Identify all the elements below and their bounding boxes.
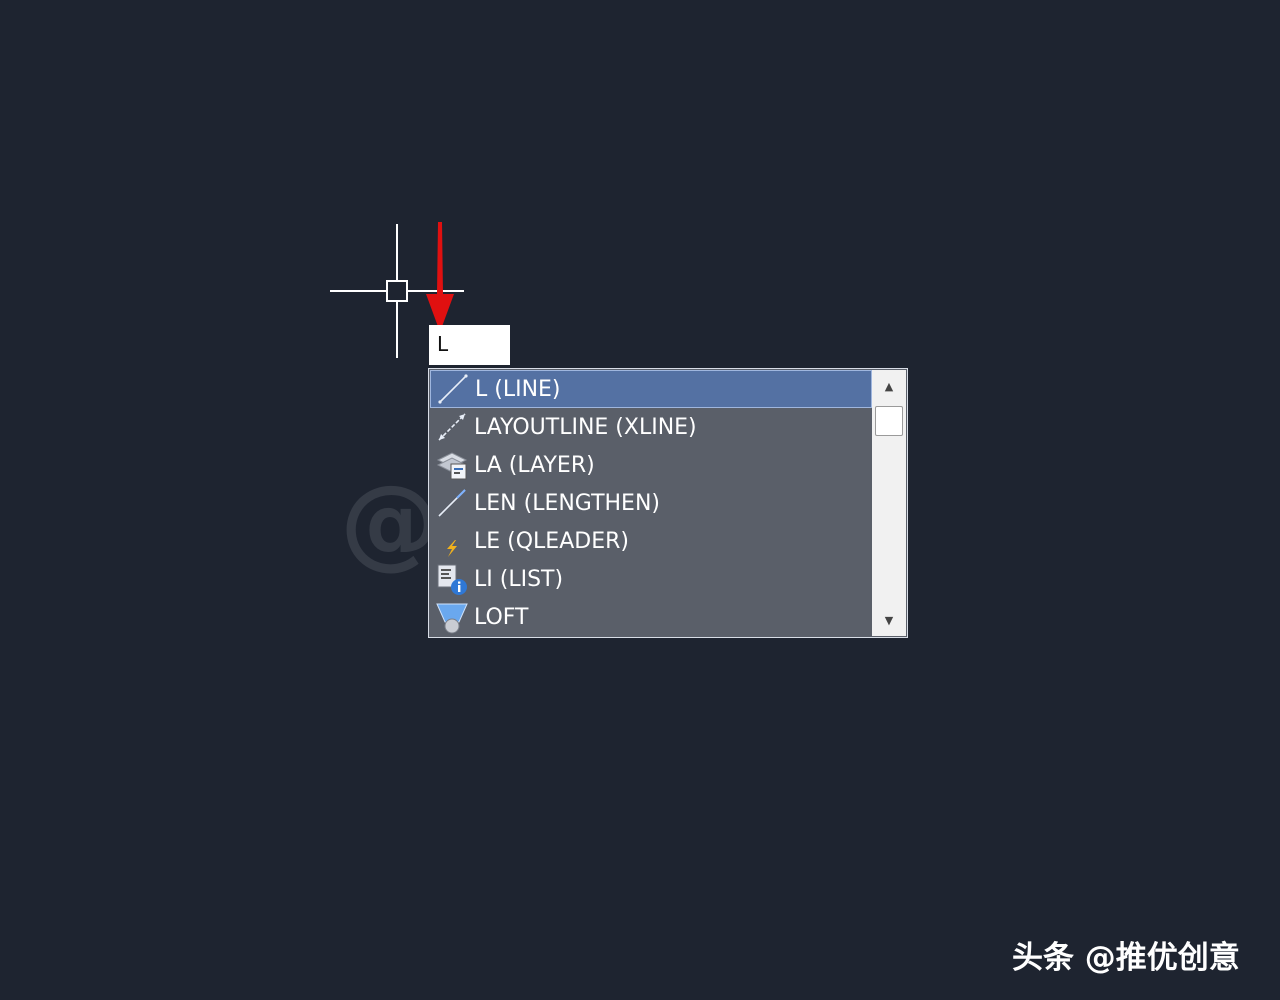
- autocomplete-scrollbar[interactable]: ▲ ▼: [872, 370, 906, 636]
- command-input[interactable]: L: [429, 325, 510, 365]
- autocomplete-item-line[interactable]: L (LINE): [430, 370, 872, 408]
- autocomplete-item-loft[interactable]: LOFT: [430, 598, 872, 636]
- scroll-down-icon[interactable]: ▼: [872, 606, 906, 634]
- autocomplete-item-xline[interactable]: LAYOUTLINE (XLINE): [430, 408, 872, 446]
- autocomplete-item-label: L (LINE): [475, 376, 561, 402]
- source-credit: 头条 @推优创意: [1012, 940, 1240, 976]
- list-icon: [434, 562, 470, 596]
- autocomplete-item-qleader[interactable]: LE (QLEADER): [430, 522, 872, 560]
- xline-icon: [434, 410, 470, 444]
- drawing-canvas[interactable]: @推优创意 L L (LINE): [0, 0, 1280, 1000]
- line-icon: [435, 372, 471, 406]
- lengthen-icon: [434, 486, 470, 520]
- autocomplete-item-label: LA (LAYER): [474, 452, 595, 478]
- autocomplete-item-layer[interactable]: LA (LAYER): [430, 446, 872, 484]
- autocomplete-item-label: LI (LIST): [474, 566, 564, 592]
- autocomplete-item-lengthen[interactable]: LEN (LENGTHEN): [430, 484, 872, 522]
- autocomplete-item-label: LOFT: [474, 604, 529, 630]
- autocomplete-item-label: LAYOUTLINE (XLINE): [474, 414, 697, 440]
- red-arrow-annotation-icon: [426, 222, 454, 332]
- autocomplete-items: L (LINE) LAYOUTLINE (XLINE) LA (LAYER) L…: [430, 370, 872, 636]
- autocomplete-item-label: LE (QLEADER): [474, 528, 629, 554]
- loft-icon: [434, 600, 470, 634]
- qleader-icon: [434, 524, 470, 558]
- command-autocomplete-list[interactable]: L (LINE) LAYOUTLINE (XLINE) LA (LAYER) L…: [428, 368, 908, 638]
- scroll-thumb[interactable]: [875, 406, 903, 436]
- layer-icon: [434, 448, 470, 482]
- autocomplete-item-list[interactable]: LI (LIST): [430, 560, 872, 598]
- autocomplete-item-label: LEN (LENGTHEN): [474, 490, 660, 516]
- scroll-up-icon[interactable]: ▲: [872, 372, 906, 400]
